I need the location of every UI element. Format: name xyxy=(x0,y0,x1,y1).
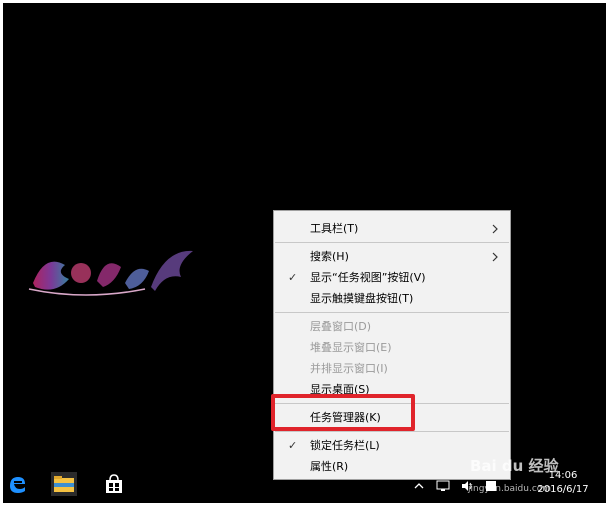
edge-icon[interactable] xyxy=(4,472,30,496)
file-explorer-icon[interactable] xyxy=(51,472,77,496)
menu-separator xyxy=(275,312,509,313)
menu-item-search[interactable]: 搜索(H) xyxy=(274,247,510,267)
menu-item-show-task-view-button[interactable]: ✓ 显示“任务视图”按钮(V) xyxy=(274,268,510,288)
menu-item-cascade-windows: 层叠窗口(D) xyxy=(274,317,510,337)
baidu-jingyan-watermark: Bai du 经验 xyxy=(470,457,559,475)
desktop-logo-image xyxy=(28,250,193,296)
menu-item-label: 堆叠显示窗口(E) xyxy=(310,341,392,354)
menu-item-label: 属性(R) xyxy=(310,460,349,473)
menu-item-label: 显示“任务视图”按钮(V) xyxy=(310,271,426,284)
taskbar-context-menu: 工具栏(T) 搜索(H) ✓ 显示“任务视图”按钮(V) 显示触摸键盘按钮(T)… xyxy=(273,210,511,480)
checkmark-icon: ✓ xyxy=(288,439,298,452)
task-manager-highlight-box xyxy=(271,394,415,431)
menu-item-label: 搜索(H) xyxy=(310,250,349,263)
menu-item-toolbars[interactable]: 工具栏(T) xyxy=(274,219,510,239)
menu-item-label: 锁定任务栏(L) xyxy=(310,439,380,452)
menu-separator xyxy=(275,431,509,432)
network-icon[interactable] xyxy=(436,478,450,492)
menu-separator xyxy=(275,242,509,243)
chevron-right-icon xyxy=(492,224,498,234)
chevron-right-icon xyxy=(492,252,498,262)
menu-item-label: 工具栏(T) xyxy=(310,222,359,235)
store-icon[interactable] xyxy=(101,472,127,496)
chevron-up-icon[interactable] xyxy=(412,478,426,492)
menu-item-lock-taskbar[interactable]: ✓ 锁定任务栏(L) xyxy=(274,436,510,456)
menu-item-label: 层叠窗口(D) xyxy=(310,320,372,333)
menu-item-label: 并排显示窗口(I) xyxy=(310,362,388,375)
watermark-url: jingyan.baidu.com xyxy=(468,484,552,494)
menu-item-side-by-side-windows: 并排显示窗口(I) xyxy=(274,359,510,379)
menu-item-label: 显示触摸键盘按钮(T) xyxy=(310,292,414,305)
menu-item-show-touch-keyboard-button[interactable]: 显示触摸键盘按钮(T) xyxy=(274,289,510,309)
checkmark-icon: ✓ xyxy=(288,271,298,284)
menu-item-stack-windows: 堆叠显示窗口(E) xyxy=(274,338,510,358)
